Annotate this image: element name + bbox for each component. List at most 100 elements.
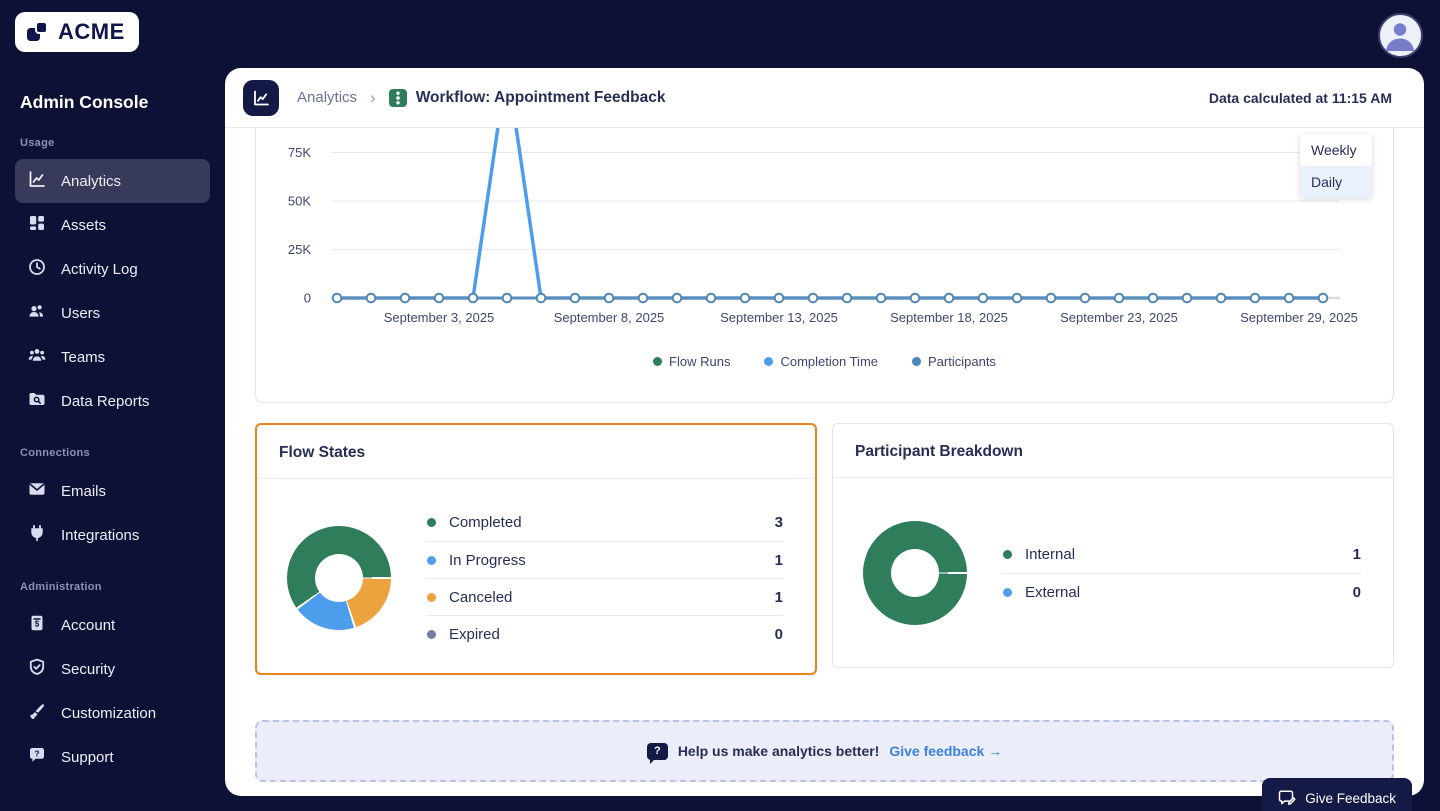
legend-row-external: External0 — [1003, 573, 1361, 610]
granularity-dropdown: Weekly Daily — [1300, 134, 1372, 198]
dropdown-option-daily[interactable]: Daily — [1300, 166, 1372, 198]
legend-row-expired: Expired0 — [427, 615, 783, 652]
flow-states-body: Completed3 In Progress1 Canceled1 Expire… — [257, 479, 815, 652]
legend-row-in-progress: In Progress1 — [427, 541, 783, 578]
completed-value: 3 — [775, 514, 783, 531]
sidebar-item-label: Integrations — [61, 527, 139, 544]
brush-icon — [27, 701, 47, 725]
svg-text:September 13, 2025: September 13, 2025 — [720, 310, 838, 325]
scroll-content: 0 25K 50K 75K September 3, 2025 September 8, … — [225, 128, 1424, 796]
svg-text:$: $ — [35, 620, 40, 629]
give-feedback-button[interactable]: Give Feedback — [1262, 778, 1412, 811]
canceled-value: 1 — [775, 589, 783, 606]
sidebar-item-support[interactable]: ? Support — [15, 735, 210, 779]
acme-logo-icon — [25, 19, 51, 45]
clock-icon — [27, 257, 47, 281]
user-avatar[interactable] — [1378, 13, 1423, 58]
section-label-administration: Administration — [20, 581, 205, 593]
brand-name: ACME — [58, 19, 125, 45]
sidebar-item-label: Users — [61, 305, 100, 322]
svg-text:September 29, 2025: September 29, 2025 — [1240, 310, 1358, 325]
feedback-banner: ? Help us make analytics better! Give fe… — [255, 720, 1394, 782]
flow-runs-dot-icon — [653, 357, 662, 366]
participant-donut-chart — [863, 521, 967, 625]
sidebar-item-teams[interactable]: Teams — [15, 335, 210, 379]
svg-text:25K: 25K — [288, 242, 311, 257]
sidebar-item-security[interactable]: Security — [15, 647, 210, 691]
sidebar-item-label: Data Reports — [61, 393, 149, 410]
canceled-dot-icon — [427, 593, 436, 602]
stat-cards-row: Flow States Completed3 In Progress1 Canc… — [255, 423, 1394, 675]
chart-legend: Flow Runs Completion Time Participants — [256, 354, 1393, 369]
people-icon — [27, 345, 47, 369]
sidebar-item-customization[interactable]: Customization — [15, 691, 210, 735]
section-label-connections: Connections — [20, 447, 205, 459]
sidebar-item-label: Account — [61, 617, 115, 634]
svg-text:50K: 50K — [288, 194, 311, 209]
svg-text:September 3, 2025: September 3, 2025 — [384, 310, 495, 325]
in-progress-value: 1 — [775, 552, 783, 569]
user-icon — [27, 301, 47, 325]
svg-text:September 23, 2025: September 23, 2025 — [1060, 310, 1178, 325]
external-value: 0 — [1353, 584, 1361, 601]
chart-line-icon — [251, 88, 271, 108]
chevron-right-icon: › — [370, 88, 376, 108]
participant-breakdown-title: Participant Breakdown — [833, 424, 1393, 477]
flow-states-title: Flow States — [257, 425, 815, 478]
plug-icon — [27, 523, 47, 547]
acme-logo[interactable]: ACME — [15, 12, 139, 52]
legend-item-participants[interactable]: Participants — [912, 354, 996, 369]
sidebar-item-label: Assets — [61, 217, 106, 234]
sidebar-item-label: Activity Log — [61, 261, 138, 278]
folder-search-icon — [27, 389, 47, 413]
sidebar-item-users[interactable]: Users — [15, 291, 210, 335]
console-title: Admin Console — [20, 92, 205, 113]
envelope-icon — [27, 479, 47, 503]
completion-time-dot-icon — [764, 357, 773, 366]
data-calculated-status: Data calculated at 11:15 AM — [1209, 90, 1392, 106]
sidebar-item-analytics[interactable]: Analytics — [15, 159, 210, 203]
breadcrumb-analytics-link[interactable]: Analytics — [297, 89, 357, 106]
give-feedback-link[interactable]: Give feedback → — [889, 743, 1002, 759]
completed-dot-icon — [427, 518, 436, 527]
grid-icon — [27, 213, 47, 237]
panel-header: Analytics › Workflow: Appointment Feedba… — [225, 68, 1424, 128]
help-bubble-icon: ? — [27, 745, 47, 769]
sidebar-item-label: Customization — [61, 705, 156, 722]
sidebar: ACME Admin Console Usage Analytics Asset… — [0, 0, 225, 811]
sidebar-item-label: Emails — [61, 483, 106, 500]
legend-item-completion-time[interactable]: Completion Time — [764, 354, 878, 369]
in-progress-dot-icon — [427, 556, 436, 565]
svg-text:75K: 75K — [288, 145, 311, 160]
feedback-pencil-icon — [1278, 790, 1297, 807]
expired-dot-icon — [427, 630, 436, 639]
dropdown-option-weekly[interactable]: Weekly — [1300, 134, 1372, 166]
sidebar-item-label: Teams — [61, 349, 105, 366]
legend-row-internal: Internal1 — [1003, 536, 1361, 573]
legend-item-flow-runs[interactable]: Flow Runs — [653, 354, 730, 369]
sidebar-item-emails[interactable]: Emails — [15, 469, 210, 513]
chart-line-icon — [27, 169, 47, 193]
legend-row-completed: Completed3 — [427, 504, 783, 541]
internal-value: 1 — [1353, 546, 1361, 563]
legend-row-canceled: Canceled1 — [427, 578, 783, 615]
analytics-icon-button[interactable] — [243, 80, 279, 116]
line-chart: 025K50K75KSeptember 3, 2025September 8, … — [256, 128, 1393, 334]
participants-dot-icon — [912, 357, 921, 366]
svg-text:September 18, 2025: September 18, 2025 — [890, 310, 1008, 325]
main-panel: Analytics › Workflow: Appointment Feedba… — [225, 68, 1424, 796]
svg-text:September 8, 2025: September 8, 2025 — [554, 310, 665, 325]
svg-text:?: ? — [34, 748, 39, 758]
shield-check-icon — [27, 657, 47, 681]
sidebar-item-label: Security — [61, 661, 115, 678]
sidebar-item-account[interactable]: $ Account — [15, 603, 210, 647]
sidebar-item-data-reports[interactable]: Data Reports — [15, 379, 210, 423]
participant-breakdown-card: Participant Breakdown Internal1 External… — [832, 423, 1394, 668]
invoice-icon: $ — [27, 613, 47, 637]
sidebar-item-assets[interactable]: Assets — [15, 203, 210, 247]
participant-legend: Internal1 External0 — [1003, 536, 1361, 610]
participant-breakdown-body: Internal1 External0 — [833, 478, 1393, 625]
external-dot-icon — [1003, 588, 1012, 597]
sidebar-item-integrations[interactable]: Integrations — [15, 513, 210, 557]
sidebar-item-activity-log[interactable]: Activity Log — [15, 247, 210, 291]
